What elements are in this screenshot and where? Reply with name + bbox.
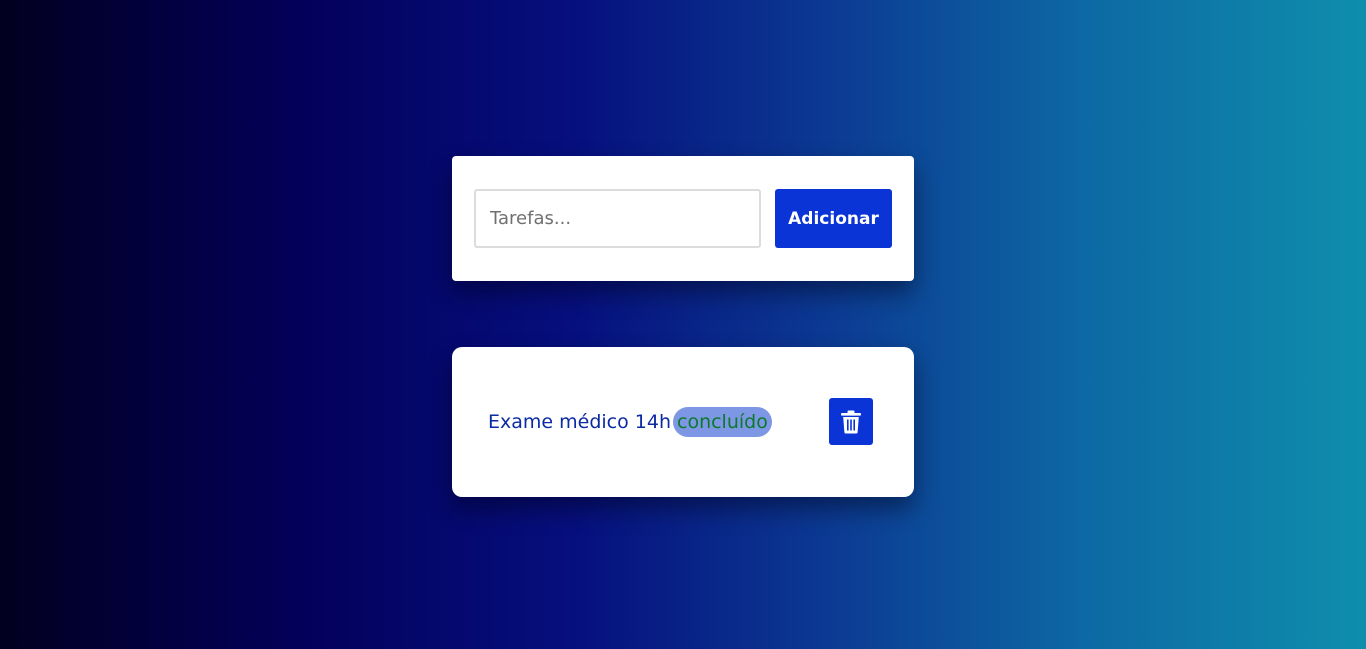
add-task-card: Adicionar <box>452 156 914 281</box>
add-button[interactable]: Adicionar <box>775 189 892 248</box>
task-list-card: Exame médico 14h concluído <box>452 347 914 497</box>
status-badge: concluído <box>673 407 772 437</box>
delete-button[interactable] <box>829 398 873 445</box>
task-item[interactable]: Exame médico 14h concluído <box>488 405 772 439</box>
trash-icon <box>841 410 861 434</box>
task-input[interactable] <box>474 189 761 248</box>
task-text: Exame médico 14h <box>488 411 671 433</box>
